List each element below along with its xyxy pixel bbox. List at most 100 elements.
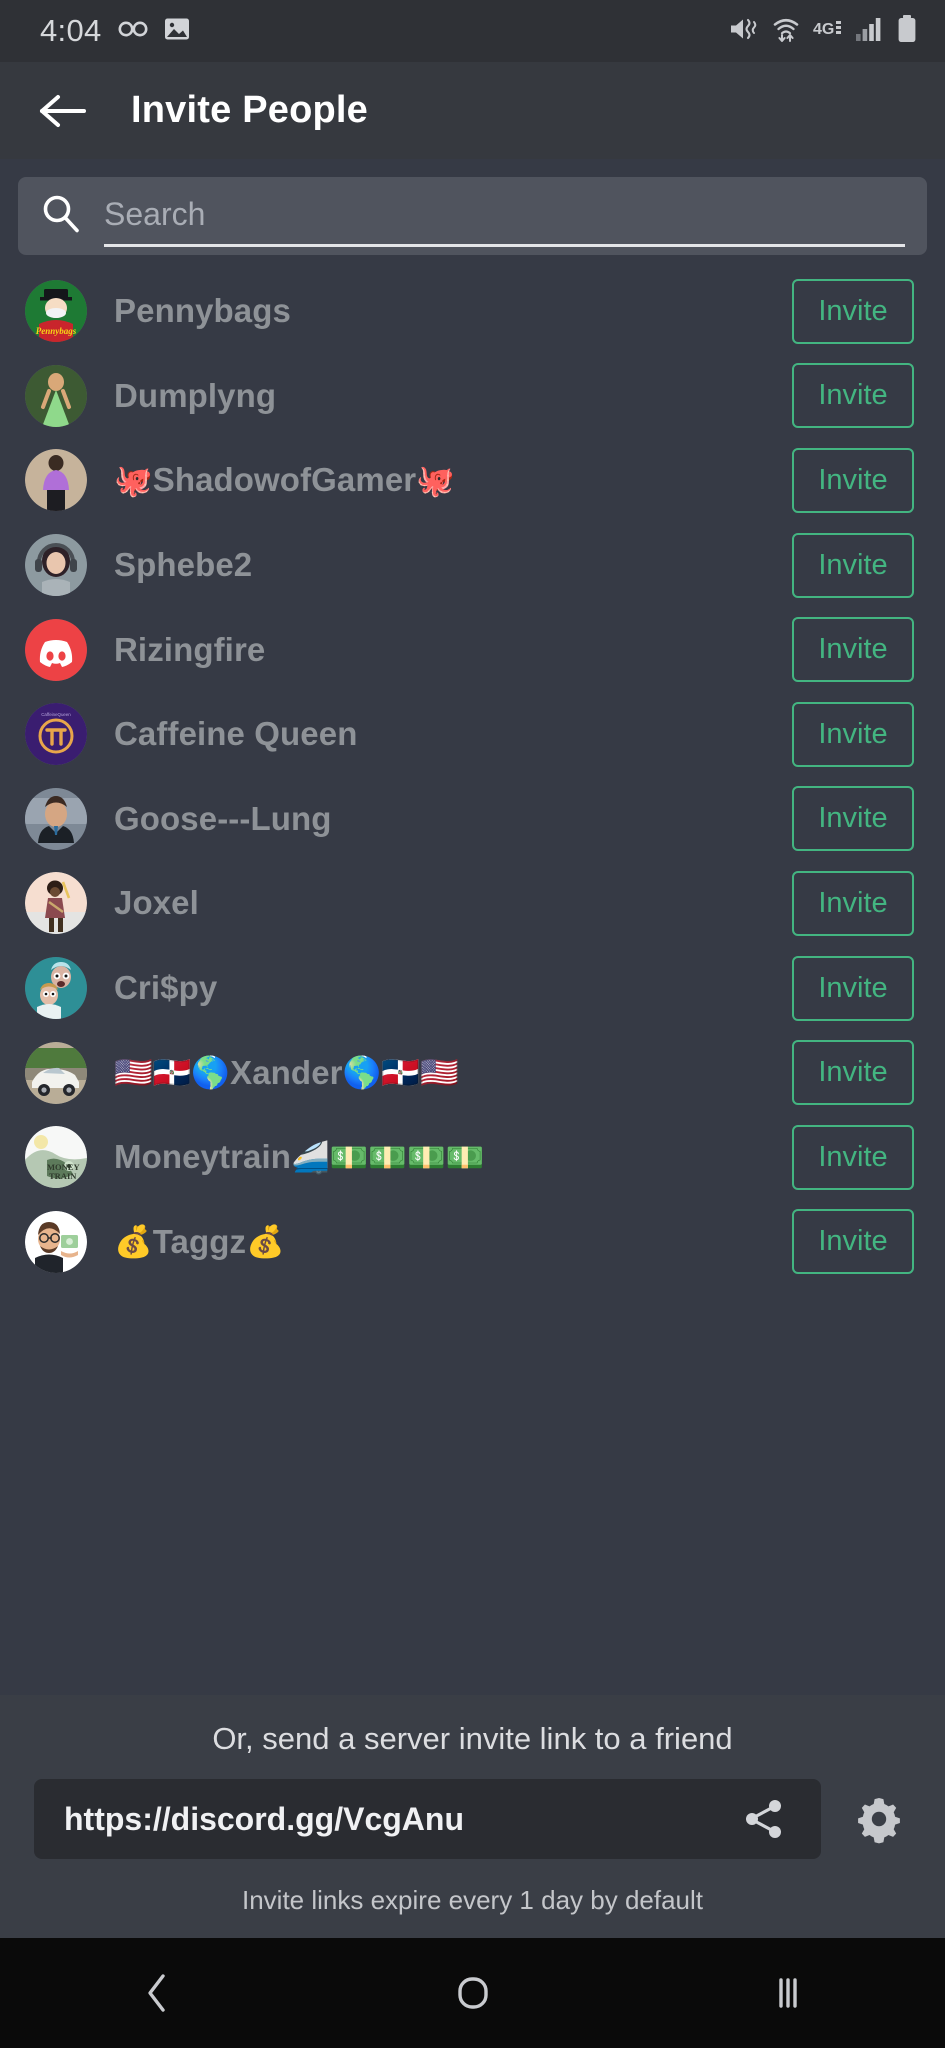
invite-link-url: https://discord.gg/VcgAnu — [64, 1800, 464, 1837]
battery-icon — [897, 14, 917, 48]
avatar — [25, 1041, 87, 1104]
invite-button[interactable]: Invite — [792, 447, 914, 513]
share-icon[interactable] — [737, 1792, 791, 1846]
member-row[interactable]: Goose---Lung Invite — [0, 777, 945, 862]
username-text: Pennybags — [114, 292, 291, 330]
member-row[interactable]: MONEY TRAIN Moneytrain 🚄💵💵💵💵 Invite — [0, 1115, 945, 1200]
search-input-underline — [104, 185, 905, 247]
avatar — [25, 787, 87, 850]
member-row[interactable]: Sphebe2 Invite — [0, 523, 945, 608]
member-list[interactable]: Pennybags Pennybags Invite Dumplyng Invite 🐙 S… — [0, 269, 945, 1695]
member-row[interactable]: 🐙 ShadowofGamer 🐙 Invite — [0, 438, 945, 523]
member-username: Joxel — [114, 884, 792, 922]
member-row[interactable]: Rizingfire Invite — [0, 607, 945, 692]
search-section — [0, 159, 945, 269]
member-row[interactable]: Dumplyng Invite — [0, 354, 945, 439]
voicemail-icon — [118, 20, 148, 43]
status-bar-right: 4G — [729, 14, 917, 48]
invite-link-note: Invite links expire every 1 day by defau… — [241, 1885, 704, 1915]
invite-button[interactable]: Invite — [792, 786, 914, 852]
invite-button[interactable]: Invite — [792, 701, 914, 767]
invite-button[interactable]: Invite — [792, 617, 914, 683]
member-username: Caffeine Queen — [114, 715, 792, 753]
avatar: CaffeineQueen — [25, 703, 87, 766]
invite-button[interactable]: Invite — [792, 278, 914, 344]
avatar: Pennybags — [25, 280, 87, 343]
member-username: Moneytrain 🚄💵💵💵💵 — [114, 1138, 792, 1176]
invite-button[interactable]: Invite — [792, 532, 914, 598]
status-bar: 4:04 4G — [0, 0, 945, 62]
avatar — [25, 364, 87, 427]
username-prefix-emoji: 🇺🇸🇩🇴🌎 — [114, 1055, 231, 1091]
search-bar[interactable] — [18, 177, 927, 255]
invite-button[interactable]: Invite — [792, 1040, 914, 1106]
status-bar-left: 4:04 — [40, 13, 190, 49]
svg-text:4G: 4G — [813, 21, 834, 38]
search-input[interactable] — [104, 196, 905, 233]
username-text: Xander — [230, 1053, 343, 1091]
nav-home-icon[interactable] — [413, 1938, 533, 2048]
network-4g-icon: 4G — [813, 18, 843, 45]
username-text: Rizingfire — [114, 630, 266, 668]
search-icon — [40, 193, 82, 240]
username-text: Cri$py — [114, 969, 218, 1007]
android-nav-bar — [0, 1938, 945, 2048]
member-username: Dumplyng — [114, 377, 792, 415]
username-text: Dumplyng — [114, 376, 277, 414]
page-title: Invite People — [131, 89, 369, 131]
signal-bars-icon — [856, 16, 884, 47]
member-username: 💰 Taggz 💰 — [114, 1223, 792, 1261]
avatar: MONEY TRAIN — [25, 1126, 87, 1189]
invite-people-screen: 4:04 4G Invite People Search Pennybags P… — [0, 0, 945, 2048]
username-text: Sphebe2 — [114, 546, 253, 584]
avatar — [25, 872, 87, 935]
invite-button[interactable]: Invite — [792, 363, 914, 429]
wifi-transfer-icon — [772, 15, 800, 48]
invite-button[interactable]: Invite — [792, 1209, 914, 1275]
avatar — [25, 957, 87, 1020]
member-row[interactable]: Joxel Invite — [0, 861, 945, 946]
invite-link-field[interactable]: https://discord.gg/VcgAnu — [34, 1779, 821, 1859]
avatar — [25, 534, 87, 597]
member-username: 🇺🇸🇩🇴🌎 Xander 🌎🇩🇴🇺🇸 — [114, 1054, 792, 1092]
member-row[interactable]: 🇺🇸🇩🇴🌎 Xander 🌎🇩🇴🇺🇸 Invite — [0, 1030, 945, 1115]
nav-recents-icon[interactable] — [728, 1938, 848, 2048]
username-text: Moneytrain — [114, 1138, 292, 1176]
username-text: Goose---Lung — [114, 799, 332, 837]
image-icon — [164, 16, 190, 47]
avatar — [25, 1210, 87, 1273]
username-suffix-emoji: 🚄💵💵💵💵 — [291, 1139, 485, 1175]
username-prefix-emoji: 🐙 — [114, 462, 153, 498]
svg-text:Pennybags: Pennybags — [36, 326, 77, 336]
member-username: Goose---Lung — [114, 800, 792, 838]
member-row[interactable]: CaffeineQueen Caffeine Queen Invite — [0, 692, 945, 777]
username-text: Taggz — [152, 1222, 247, 1260]
username-suffix-emoji: 💰 — [246, 1224, 285, 1260]
member-row[interactable]: 💰 Taggz 💰 Invite — [0, 1200, 945, 1285]
invite-link-caption: Or, send a server invite link to a frien… — [212, 1721, 733, 1756]
avatar — [25, 449, 87, 512]
invite-button[interactable]: Invite — [792, 870, 914, 936]
username-text: ShadowofGamer — [152, 461, 417, 499]
member-username: Rizingfire — [114, 631, 792, 669]
app-bar: Invite People — [0, 62, 945, 159]
username-text: Caffeine Queen — [114, 715, 358, 753]
invite-link-row: https://discord.gg/VcgAnu — [0, 1779, 945, 1859]
invite-button[interactable]: Invite — [792, 1124, 914, 1190]
nav-back-icon[interactable] — [98, 1938, 218, 2048]
member-username: Cri$py — [114, 969, 792, 1007]
member-row[interactable]: Pennybags Pennybags Invite — [0, 269, 945, 354]
svg-text:CaffeineQueen: CaffeineQueen — [41, 712, 71, 717]
invite-button[interactable]: Invite — [792, 955, 914, 1021]
username-suffix-emoji: 🐙 — [416, 462, 455, 498]
member-row[interactable]: Cri$py Invite — [0, 946, 945, 1031]
gear-icon[interactable] — [847, 1787, 911, 1851]
back-arrow-icon[interactable] — [30, 78, 96, 144]
avatar — [25, 618, 87, 681]
member-username: Sphebe2 — [114, 546, 792, 584]
invite-link-panel: Or, send a server invite link to a frien… — [0, 1695, 945, 1938]
member-username: Pennybags — [114, 292, 792, 330]
username-text: Joxel — [114, 884, 199, 922]
status-clock: 4:04 — [40, 13, 102, 48]
username-prefix-emoji: 💰 — [114, 1224, 153, 1260]
